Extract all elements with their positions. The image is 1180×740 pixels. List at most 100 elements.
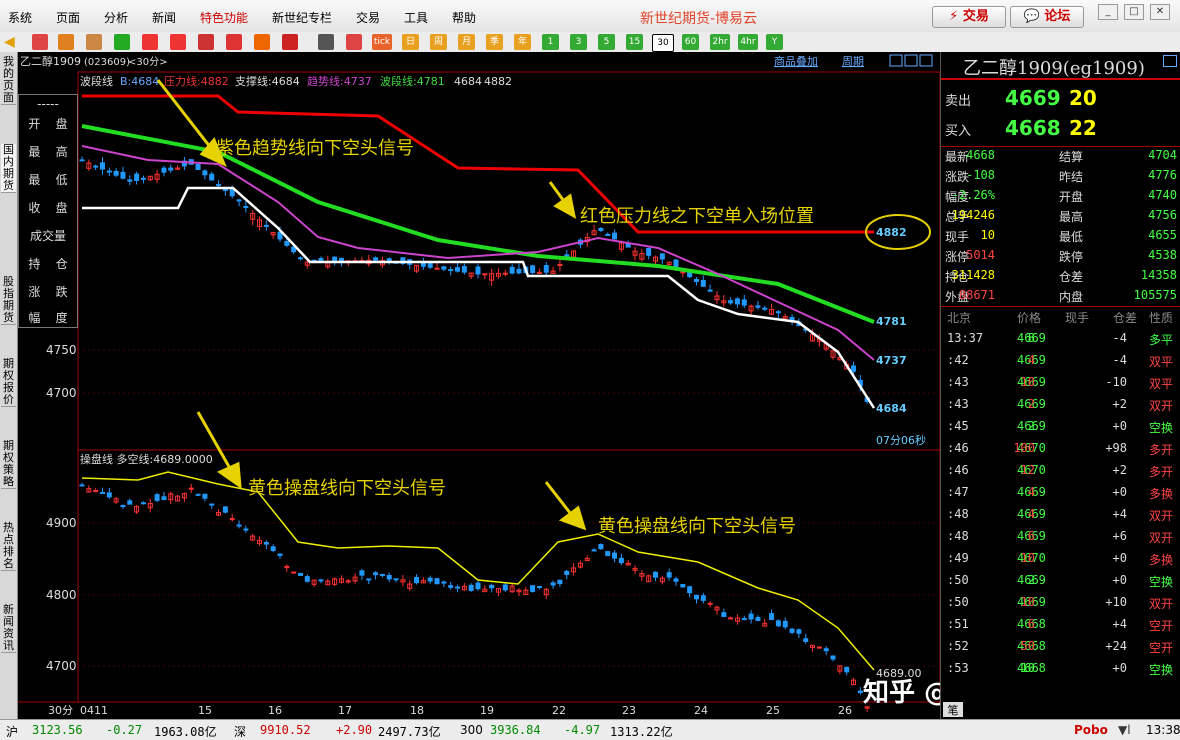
period-2hr[interactable]: 2hr [710,34,730,50]
paint-icon[interactable] [254,34,270,50]
candle-body [434,267,440,270]
menu-system[interactable]: 系统 [8,9,32,26]
menu-page[interactable]: 页面 [56,9,80,26]
period-day[interactable]: 日 [402,34,419,50]
candle-body [482,273,488,276]
tick-tab[interactable]: 笔 [943,702,963,717]
signal-icon: ▼l [1118,723,1131,737]
period-3min[interactable]: 3 [570,34,587,50]
refresh-icon[interactable] [114,34,130,50]
candle-body [284,241,290,246]
tab-option-quotes[interactable]: 期权报价 [1,358,16,407]
candle-body [338,258,344,262]
menu-column[interactable]: 新世纪专栏 [272,9,332,26]
sub-candle-body [653,571,659,578]
candle-body [680,271,686,274]
annotation-yellow-line-1: 黄色操盘线向下空头信号 [248,478,446,499]
close-button[interactable]: ✕ [1150,4,1170,20]
period-1min[interactable]: 1 [542,34,559,50]
tick-button[interactable]: tick [372,34,392,50]
period-link[interactable]: 周期 [842,55,864,68]
chart-icon[interactable] [346,34,362,50]
info-divider: ----- [37,97,59,111]
period-5min[interactable]: 5 [598,34,615,50]
sub-candle-body [140,502,146,505]
window-icon[interactable] [198,34,214,50]
period-month[interactable]: 月 [458,34,475,50]
menu-features[interactable]: 特色功能 [200,9,248,26]
candle-body [140,177,146,180]
menu-help[interactable]: 帮助 [452,9,476,26]
forum-button[interactable]: 💬 论坛 [1010,6,1084,28]
zoom-out-icon[interactable] [170,34,186,50]
tab-domestic-futures[interactable]: 国内期货 [1,144,16,193]
sub-candle-body [591,549,597,552]
candle-body [202,170,208,176]
period-y[interactable]: Y [766,34,783,50]
kline-chart[interactable]: 乙二醇1909 (023609) <30分> 商品叠加 周期 波段线 B:468… [18,52,1080,719]
sub-candle-body [666,572,672,578]
sub-candle-body [154,494,160,501]
zoom-in-icon[interactable] [142,34,158,50]
sub-candle-body [803,638,809,642]
candle-body [700,279,706,287]
sub-candle-body [502,584,508,591]
period-60min[interactable]: 60 [682,34,699,50]
menu-news[interactable]: 新闻 [152,9,176,26]
tab-option-strategy[interactable]: 期权策略 [1,440,16,489]
report-icon[interactable] [86,34,102,50]
candle-body [530,265,536,274]
quote-window-icon[interactable] [1163,55,1177,67]
period-30min[interactable]: 30 [652,34,674,52]
sub-candle-body [304,576,310,582]
draw-icon[interactable] [226,34,242,50]
overlay-link[interactable]: 商品叠加 [774,54,818,68]
candle-body [728,300,734,304]
sub-candle-body [721,612,727,617]
period-quarter[interactable]: 季 [486,34,503,50]
tab-my-page[interactable]: 我的页面 [1,56,16,105]
x-axis-tick: 19 [480,704,494,717]
sub-candle-body [605,551,611,556]
period-year[interactable]: 年 [514,34,531,50]
sz-change: +2.90 [336,723,373,737]
period-15min[interactable]: 15 [626,34,643,50]
menu-tools[interactable]: 工具 [404,9,428,26]
sub-candle-body [229,518,235,521]
menu-trade[interactable]: 交易 [356,9,380,26]
list-icon[interactable] [318,34,334,50]
tab-hot-ranking[interactable]: 热点排名 [1,522,16,571]
sub-axis-tick-4900: 4900 [46,516,77,530]
tab-index-futures[interactable]: 股指期货 [1,276,16,325]
chart-code: (023609) [84,57,130,68]
sub-candle-body [373,572,379,576]
sh-label: 沪 [6,725,19,739]
sub-candle-body [393,578,399,581]
back-icon[interactable]: ◀ [4,34,20,50]
sub-candle-body [427,577,433,582]
x-axis-tick: 23 [622,704,636,717]
filter-icon[interactable] [282,34,298,50]
candle-body [120,171,126,179]
menu-analysis[interactable]: 分析 [104,9,128,26]
info-low: 最 低 [28,173,68,187]
period-4hr[interactable]: 4hr [738,34,758,50]
maximize-button[interactable]: □ [1124,4,1144,20]
minimize-button[interactable]: _ [1098,4,1118,20]
period-week[interactable]: 周 [430,34,447,50]
tab-news[interactable]: 新闻资讯 [1,604,16,653]
candle-body [612,232,618,240]
home-icon[interactable] [32,34,48,50]
quote-panel: 乙二醇1909(eg1909) 卖出 4669 20 买入 4668 22 最新… [940,52,1180,719]
sub-candle-body [489,584,495,589]
candle-body [448,269,454,272]
candle-body [420,262,426,267]
candle-body [127,179,133,182]
candle-body [673,259,679,268]
sub-candle-body [707,602,713,605]
sh-index: 3123.56 [32,723,83,737]
chart-canvas[interactable]: 乙二醇1909 (023609) <30分> 商品叠加 周期 波段线 B:468… [18,52,940,719]
x-axis-tick: 15 [198,704,212,717]
trade-button[interactable]: ⚡ 交易 [932,6,1006,28]
quote-icon[interactable] [58,34,74,50]
